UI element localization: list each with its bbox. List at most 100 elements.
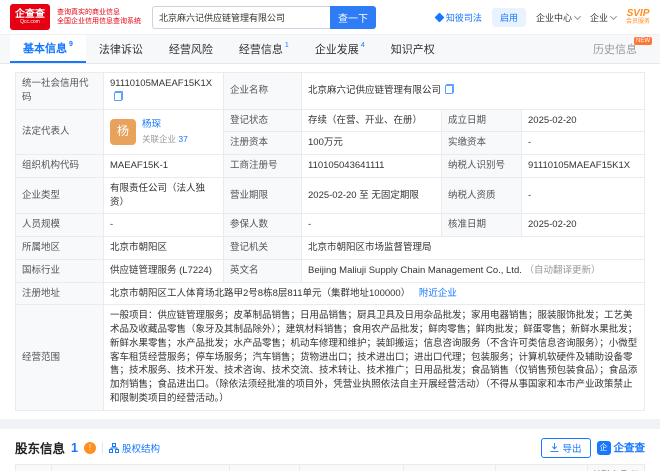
- related-companies-label: 关联企业: [142, 134, 176, 144]
- company-name-value: 北京麻六记供应链管理有限公司: [308, 85, 441, 96]
- chevron-down-icon: [610, 12, 617, 19]
- info-value: 91110105MAEAF15K1X: [104, 73, 224, 110]
- info-label: 所属地区: [16, 237, 104, 260]
- legal-rep-avatar[interactable]: 杨: [110, 119, 136, 145]
- english-name-note: （自动翻译更新）: [525, 265, 601, 276]
- column-header-related: 关联产品/机构: [588, 464, 645, 471]
- equity-structure-link[interactable]: 股权结构: [109, 441, 160, 455]
- shareholders-table: 序号 股东名称 持股比例 认缴出资额(万元) 认缴出资日期 首次持股日期 关联产…: [15, 464, 645, 471]
- download-icon: [550, 443, 559, 452]
- section-divider: [0, 419, 660, 429]
- info-label: 工商注册号: [224, 155, 302, 178]
- divider-line: [102, 442, 103, 454]
- tab-history[interactable]: 历史信息 NEW: [580, 35, 650, 63]
- info-label: 注册地址: [16, 282, 104, 305]
- shareholders-section: 股东信息 1 ! 股权结构 导出 企 企查查: [0, 429, 660, 471]
- header: 企查查 Qcc.com 查询真实的商业信息 全国企业信用信息查询系统 查一下 知…: [0, 0, 660, 34]
- tab-ip[interactable]: 知识产权: [378, 35, 448, 63]
- enable-button[interactable]: 启用: [492, 8, 526, 27]
- qcc-logo-domain: Qcc.com: [20, 20, 40, 25]
- info-label: 人员规模: [16, 214, 104, 237]
- tab-label: 经营风险: [169, 41, 213, 57]
- equity-structure-label: 股权结构: [122, 441, 160, 455]
- basic-info-table: 统一社会信用代码 91110105MAEAF15K1X 企业名称 北京麻六记供应…: [15, 72, 645, 411]
- enterprise-center-label: 企业中心: [536, 11, 572, 24]
- tab-risk[interactable]: 经营风险: [156, 35, 226, 63]
- info-label: 登记状态: [224, 109, 302, 132]
- info-label: 登记机关: [224, 237, 302, 260]
- info-label: 统一社会信用代码: [16, 73, 104, 110]
- org-chart-icon: [109, 443, 119, 453]
- info-label: 经营范围: [16, 305, 104, 410]
- info-value: MAEAF15K-1: [104, 155, 224, 178]
- info-value: 2025-02-20: [522, 214, 645, 237]
- tab-label: 历史信息: [593, 41, 637, 57]
- info-value: 北京市朝阳区: [104, 237, 224, 260]
- tab-label: 经营信息: [239, 41, 283, 57]
- english-name-value: Beijing Maliuji Supply Chain Management …: [308, 265, 522, 276]
- zhibi-sifa-link[interactable]: 知彼司法: [436, 11, 482, 24]
- info-value: 北京市朝阳区工人体育场北路甲2号8栋8层811单元（集群地址100000） 附近…: [104, 282, 645, 305]
- info-label: 注册资本: [224, 132, 302, 155]
- info-value: 供应链管理服务 (L7224): [104, 259, 224, 282]
- tab-basic-info[interactable]: 基本信息 9: [10, 35, 86, 63]
- zhibi-label: 知彼司法: [446, 11, 482, 24]
- notice-icon[interactable]: !: [84, 442, 96, 454]
- related-companies-count[interactable]: 37: [178, 134, 187, 144]
- shareholders-header: 股东信息 1 ! 股权结构 导出 企 企查查: [15, 434, 645, 462]
- legal-rep-cell: 杨 杨琛 关联企业 37: [104, 109, 224, 155]
- enterprise-center-menu[interactable]: 企业中心: [536, 11, 580, 24]
- copy-icon[interactable]: [114, 91, 123, 101]
- qcc-brand-label: 企查查: [614, 440, 646, 455]
- nearby-companies-link[interactable]: 附近企业: [419, 288, 457, 299]
- search-bar: 查一下: [152, 6, 376, 29]
- zhibi-icon: [434, 12, 444, 22]
- tab-label: 企业发展: [315, 41, 359, 57]
- tab-legal[interactable]: 法律诉讼: [86, 35, 156, 63]
- tab-count-badge: 9: [69, 41, 73, 48]
- legal-rep-name[interactable]: 杨琛: [142, 118, 188, 132]
- qcc-watermark: 企 企查查: [597, 440, 646, 455]
- qcc-brand-icon: 企: [597, 441, 611, 455]
- info-value: 北京麻六记供应链管理有限公司: [302, 73, 645, 110]
- search-button[interactable]: 查一下: [330, 6, 376, 29]
- export-button[interactable]: 导出: [541, 438, 590, 458]
- info-value: -: [302, 214, 442, 237]
- qcc-logo[interactable]: 企查查 Qcc.com: [10, 4, 50, 30]
- info-value: 91110105MAEAF15K1X: [522, 155, 645, 178]
- basic-info-section: 统一社会信用代码 91110105MAEAF15K1X 企业名称 北京麻六记供应…: [0, 64, 660, 419]
- info-value: -: [522, 177, 645, 214]
- tab-operation[interactable]: 经营信息 1: [226, 35, 302, 63]
- svip-sub-label: 会员服务: [626, 19, 650, 26]
- info-value: 110105043641111: [302, 155, 442, 178]
- legal-rep: 杨 杨琛 关联企业 37: [110, 118, 217, 145]
- export-label: 导出: [562, 441, 581, 455]
- column-header-seq: 序号: [16, 464, 52, 471]
- tab-count-badge: 1: [285, 42, 289, 49]
- address-value: 北京市朝阳区工人体育场北路甲2号8栋8层811单元（集群地址100000）: [110, 288, 410, 299]
- related-companies: 关联企业 37: [142, 133, 188, 145]
- info-label: 纳税人资质: [442, 177, 522, 214]
- info-value: 2025-02-20 至 无固定期限: [302, 177, 442, 214]
- enterprise-menu[interactable]: 企业: [590, 11, 616, 24]
- info-label: 成立日期: [442, 109, 522, 132]
- info-label: 企业名称: [224, 73, 302, 110]
- slogan: 查询真实的商业信息 全国企业信用信息查询系统: [57, 8, 141, 26]
- svip-link[interactable]: SVIP 会员服务: [626, 8, 650, 26]
- info-value: 北京市朝阳区市场监督管理局: [302, 237, 645, 260]
- info-label: 法定代表人: [16, 109, 104, 155]
- column-header-name: 股东名称: [52, 464, 230, 471]
- enterprise-label: 企业: [590, 11, 608, 24]
- info-label: 参保人数: [224, 214, 302, 237]
- info-label: 营业期限: [224, 177, 302, 214]
- info-label: 纳税人识别号: [442, 155, 522, 178]
- slogan-line1: 查询真实的商业信息: [57, 8, 141, 17]
- tab-development[interactable]: 企业发展 4: [302, 35, 378, 63]
- info-value: Beijing Maliuji Supply Chain Management …: [302, 259, 645, 282]
- qcc-company-page: 企查查 Qcc.com 查询真实的商业信息 全国企业信用信息查询系统 查一下 知…: [0, 0, 660, 471]
- search-input[interactable]: [152, 6, 330, 29]
- copy-icon[interactable]: [445, 84, 454, 94]
- info-value: -: [104, 214, 224, 237]
- tab-count-badge: 4: [361, 42, 365, 49]
- info-value: 100万元: [302, 132, 442, 155]
